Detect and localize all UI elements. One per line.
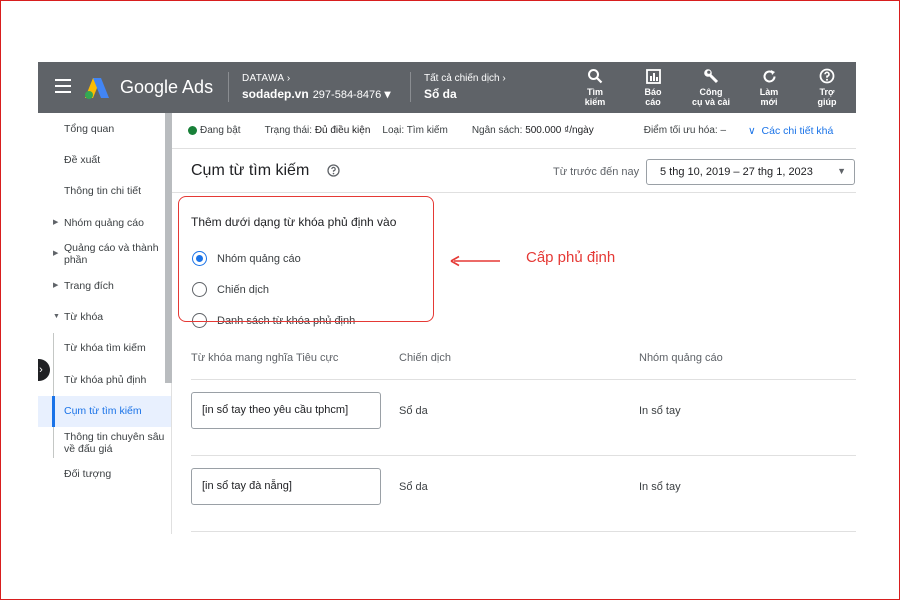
campaign-name: Sổ da — [424, 87, 457, 101]
topbar-divider — [228, 72, 229, 102]
budget-value: 500.000 ₫/ngày — [525, 125, 594, 136]
table-divider — [191, 379, 856, 380]
budget-label: Ngân sách: — [471, 125, 523, 136]
sidebar-item-audiences[interactable]: Đối tượng — [38, 458, 171, 489]
table-divider — [191, 531, 856, 532]
type-value: Tìm kiếm — [406, 125, 448, 136]
sidebar-item-ad-groups[interactable]: ▶ Nhóm quảng cáo — [38, 207, 171, 238]
optimization-value: – — [720, 125, 727, 136]
refresh-button[interactable]: Làm mới — [740, 67, 798, 107]
sidebar-item-search-terms[interactable]: Cụm từ tìm kiếm — [38, 395, 171, 428]
brand-name: Google Ads — [120, 77, 214, 97]
search-button[interactable]: Tìm kiếm — [566, 67, 624, 107]
sidebar-item-overview[interactable]: Tổng quan — [38, 113, 171, 144]
chevron-right-icon: › — [39, 364, 43, 376]
account-label: DATAWA — [242, 73, 284, 84]
caret-right-icon: ▶ — [53, 218, 59, 226]
row-campaign: Sổ da — [399, 405, 428, 417]
search-icon — [588, 69, 603, 84]
negative-keyword-field[interactable]: [in sổ tay theo yêu cầu tphcm] — [191, 392, 381, 429]
caret-down-icon: ▼ — [53, 313, 60, 321]
sidebar-item-insights[interactable]: Thông tin chi tiết — [38, 176, 171, 207]
dropdown-arrow-icon: ▼ — [837, 166, 846, 176]
page-header: Cụm từ tìm kiếm Từ trước đến nay 5 thg 1… — [172, 149, 856, 193]
chevron-right-icon: › — [502, 73, 506, 84]
topbar-divider — [410, 72, 411, 102]
details-link[interactable]: ∨ Các chi tiết khá — [748, 125, 833, 137]
sidebar-item-negative-keywords[interactable]: Từ khóa phủ định — [38, 364, 171, 396]
row-campaign: Sổ da — [399, 481, 428, 493]
sidebar: Tổng quan Đề xuất Thông tin chi tiết ▶ Nh… — [38, 113, 172, 534]
enabled-status-dot — [188, 126, 197, 135]
status-value: Đủ điều kiện — [314, 125, 371, 136]
chevron-down-icon: ∨ — [748, 124, 756, 137]
top-bar: Google Ads DATAWA › sodadep.vn 297-584-84… — [38, 62, 856, 113]
google-ads-window: Google Ads DATAWA › sodadep.vn 297-584-84… — [38, 62, 856, 534]
date-range-label: Từ trước đến nay — [553, 166, 640, 178]
chevron-right-icon: › — [286, 73, 291, 84]
reports-button[interactable]: Báo cáo — [624, 67, 682, 107]
account-id: 297-584-8476 — [312, 89, 382, 101]
annotation-label: Cấp phủ định — [526, 249, 616, 266]
campaign-label: Tất cả chiến dịch — [424, 73, 500, 84]
report-icon — [645, 68, 661, 84]
column-header-campaign: Chiến dịch — [399, 352, 451, 364]
annotation-arrow-icon — [450, 255, 500, 267]
page-title: Cụm từ tìm kiếm — [191, 162, 310, 179]
google-ads-logo — [85, 78, 109, 99]
toolbar: Tìm kiếm Báo cáo Công cụ và cài Làm mới Trợ g… — [566, 67, 856, 107]
question-icon[interactable] — [327, 164, 340, 177]
caret-right-icon: ▶ — [53, 281, 59, 289]
column-header-ad-group: Nhóm quảng cáo — [639, 352, 723, 364]
chevron-down-icon: ▾ — [384, 87, 391, 101]
status-label: Trạng thái: — [264, 125, 313, 136]
negative-keyword-field[interactable]: [in sổ tay đà nẵng] — [191, 468, 381, 505]
menu-icon[interactable] — [55, 79, 71, 93]
refresh-icon — [763, 69, 775, 82]
date-range-picker[interactable]: 5 thg 10, 2019 – 27 thg 1, 2023 ▼ — [646, 159, 855, 185]
main-content: Đang bật Trạng thái: Đủ điều kiện Loại: … — [172, 113, 856, 534]
type-label: Loại: — [382, 125, 405, 136]
campaign-status-bar: Đang bật Trạng thái: Đủ điều kiện Loại: … — [172, 113, 856, 149]
campaign-switcher[interactable]: Tất cả chiến dịch › Sổ da — [424, 73, 506, 101]
tools-button[interactable]: Công cụ và cài — [682, 67, 740, 107]
caret-right-icon: ▶ — [53, 250, 59, 258]
account-switcher[interactable]: DATAWA › sodadep.vn 297-584-8476 ▾ — [242, 73, 391, 101]
wrench-icon — [704, 69, 719, 84]
account-name: sodadep.vn — [242, 87, 309, 101]
column-header-negative-keyword: Từ khóa mang nghĩa Tiêu cực — [191, 352, 339, 364]
row-ad-group: In sổ tay — [639, 405, 681, 417]
annotation-highlight-box — [178, 196, 434, 322]
sidebar-item-search-keywords[interactable]: Từ khóa tìm kiếm — [38, 332, 171, 365]
date-range-value: 5 thg 10, 2019 – 27 thg 1, 2023 — [660, 166, 813, 178]
help-button[interactable]: Trợ giúp — [798, 67, 856, 107]
sidebar-item-keywords[interactable]: ▼ Từ khóa — [38, 301, 171, 332]
row-ad-group: In sổ tay — [639, 481, 681, 493]
sidebar-item-landing-pages[interactable]: ▶ Trang đích — [38, 270, 171, 301]
help-icon — [819, 68, 835, 84]
table-divider — [191, 455, 856, 456]
sidebar-item-auction-insights[interactable]: Thông tin chuyên sâu về đấu giá — [38, 426, 171, 459]
optimization-label: Điểm tối ưu hóa: — [643, 125, 718, 136]
sidebar-item-ads-assets[interactable]: ▶ Quảng cáo và thành phần — [38, 239, 171, 270]
campaign-state[interactable]: Đang bật — [200, 125, 241, 136]
sidebar-item-recommendations[interactable]: Đề xuất — [38, 144, 171, 175]
